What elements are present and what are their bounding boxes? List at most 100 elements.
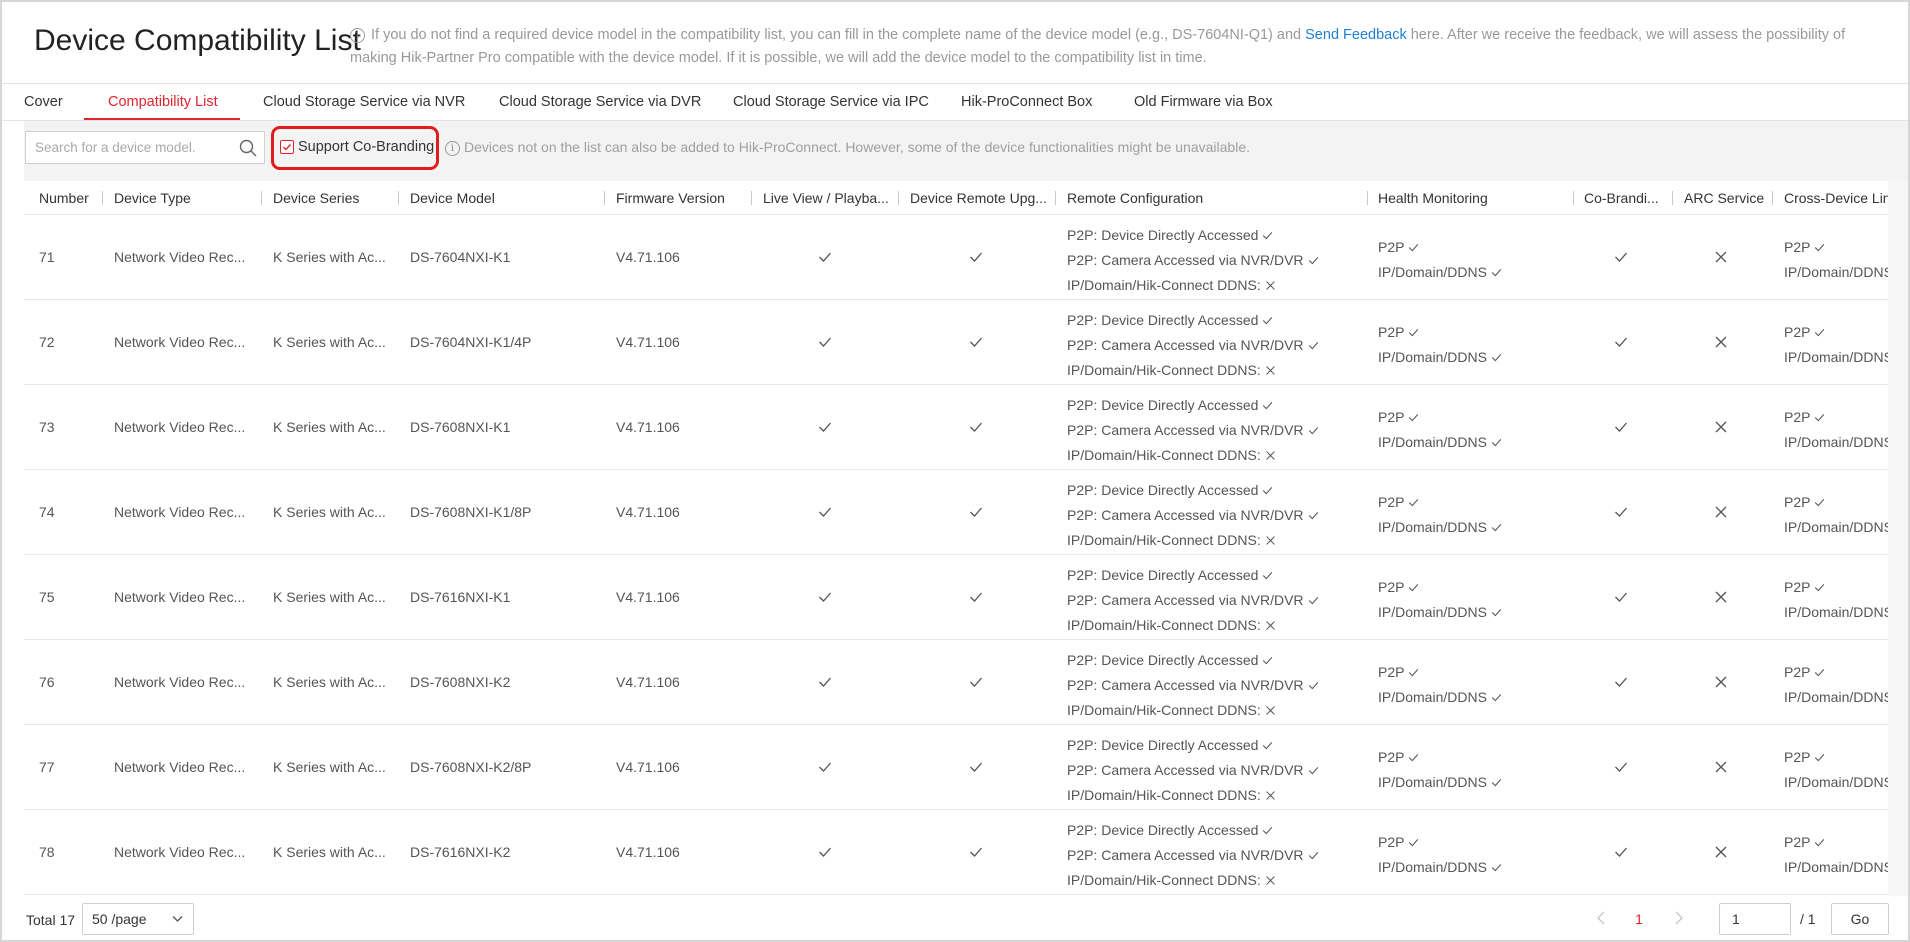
health-line: P2P [1378, 660, 1568, 685]
check-icon [819, 422, 831, 432]
table-row[interactable]: 78 Network Video Rec... K Series with Ac..… [24, 810, 1888, 895]
tab-hik-proconnect-box[interactable]: Hik-ProConnect Box [961, 84, 1092, 121]
table-row[interactable]: 75 Network Video Rec... K Series with Ac..… [24, 555, 1888, 640]
column-separator[interactable] [1055, 191, 1056, 205]
tab-compatibility-list[interactable]: Compatibility List [108, 84, 218, 121]
column-separator[interactable] [898, 191, 899, 205]
column-separator[interactable] [751, 191, 752, 205]
check-icon [1491, 609, 1502, 617]
check-icon-wrap [1814, 236, 1825, 260]
total-count: Total 17 [26, 912, 76, 928]
check-icon [1263, 827, 1273, 835]
cell-number: 73 [39, 419, 55, 435]
check-icon [1308, 767, 1318, 775]
column-separator[interactable] [604, 191, 605, 205]
health-line-text: P2P [1378, 749, 1405, 765]
tab-cloud-storage-ipc[interactable]: Cloud Storage Service via IPC [733, 84, 929, 121]
cross-icon [1715, 251, 1727, 263]
check-mark-cell [1614, 335, 1628, 349]
check-mark-cell [818, 845, 832, 859]
cross-icon [1715, 421, 1727, 433]
column-header-remote-upgrade[interactable]: Device Remote Upg... [910, 181, 1046, 215]
check-icon-wrap [1308, 844, 1319, 868]
column-header-device-series[interactable]: Device Series [273, 181, 393, 215]
column-separator[interactable] [1672, 191, 1673, 205]
table-row[interactable]: 71 Network Video Rec... K Series with Ac..… [24, 215, 1888, 300]
check-mark-cell [1614, 760, 1628, 774]
tab-cover[interactable]: Cover [24, 84, 63, 121]
cross-device-line: IP/Domain/DDNS [1784, 430, 1888, 455]
health-line: P2P [1378, 235, 1568, 260]
cell-health-monitoring: P2P IP/Domain/DDNS [1378, 660, 1568, 710]
page-size-select[interactable]: 50 /page [82, 903, 194, 935]
check-icon [1263, 317, 1273, 325]
column-header-device-type[interactable]: Device Type [114, 181, 234, 215]
cross-icon [1715, 506, 1727, 518]
tab-old-firmware-via-box[interactable]: Old Firmware via Box [1134, 84, 1273, 121]
health-line-text: P2P [1378, 239, 1405, 255]
column-separator[interactable] [1573, 191, 1574, 205]
cross-icon [1715, 676, 1727, 688]
remote-config-line-text: P2P: Camera Accessed via NVR/DVR [1067, 252, 1304, 268]
cell-firmware-version: V4.71.106 [616, 759, 680, 775]
remote-config-line-text: P2P: Device Directly Accessed [1067, 482, 1259, 498]
column-separator[interactable] [1772, 191, 1773, 205]
check-icon-wrap [1814, 406, 1825, 430]
table-row[interactable]: 73 Network Video Rec... K Series with Ac..… [24, 385, 1888, 470]
column-header-number[interactable]: Number [39, 181, 99, 215]
go-button[interactable]: Go [1831, 903, 1889, 935]
page-total: / 1 [1800, 911, 1816, 927]
cell-health-monitoring: P2P IP/Domain/DDNS [1378, 235, 1568, 285]
column-header-live-view[interactable]: Live View / Playba... [763, 181, 897, 215]
column-separator[interactable] [102, 191, 103, 205]
cobranding-checkbox[interactable] [280, 140, 294, 154]
cross-device-line-text: IP/Domain/DDNS [1784, 349, 1888, 365]
check-icon [1615, 847, 1627, 857]
search-input[interactable] [26, 132, 234, 163]
health-line: IP/Domain/DDNS [1378, 770, 1568, 795]
column-header-health-monitoring[interactable]: Health Monitoring [1378, 181, 1558, 215]
check-icon [1491, 269, 1502, 277]
check-icon-wrap [1262, 224, 1273, 248]
tab-cloud-storage-nvr[interactable]: Cloud Storage Service via NVR [263, 84, 465, 121]
column-header-arc-service[interactable]: ARC Service [1684, 181, 1774, 215]
column-separator[interactable] [398, 191, 399, 205]
remote-config-line: P2P: Device Directly Accessed [1067, 648, 1363, 673]
cobranding-label[interactable]: Support Co-Branding [298, 139, 434, 155]
table-row[interactable]: 74 Network Video Rec... K Series with Ac..… [24, 470, 1888, 555]
column-header-device-model[interactable]: Device Model [410, 181, 590, 215]
cell-cross-device: P2P IP/Domain/DDNS [1784, 320, 1888, 370]
cell-firmware-version: V4.71.106 [616, 589, 680, 605]
column-separator[interactable] [1367, 191, 1368, 205]
health-line-text: P2P [1378, 664, 1405, 680]
current-page[interactable]: 1 [1634, 911, 1644, 927]
check-mark-cell [1614, 505, 1628, 519]
column-header-firmware-version[interactable]: Firmware Version [616, 181, 746, 215]
toolbar-note: i Devices not on the list can also be add… [445, 139, 1250, 156]
table-row[interactable]: 72 Network Video Rec... K Series with Ac..… [24, 300, 1888, 385]
column-separator[interactable] [261, 191, 262, 205]
tab-cloud-storage-dvr[interactable]: Cloud Storage Service via DVR [499, 84, 701, 121]
cell-device-series: K Series with Ac... [273, 759, 386, 775]
send-feedback-link[interactable]: Send Feedback [1305, 27, 1407, 43]
cell-remote-configuration: P2P: Device Directly Accessed P2P: Camera… [1067, 563, 1363, 638]
check-icon [970, 422, 982, 432]
check-icon [1615, 422, 1627, 432]
remote-config-line: P2P: Camera Accessed via NVR/DVR [1067, 843, 1363, 868]
chevron-left-icon[interactable] [1591, 908, 1611, 928]
remote-config-line: P2P: Device Directly Accessed [1067, 308, 1363, 333]
search-icon[interactable] [238, 138, 258, 158]
table-row[interactable]: 77 Network Video Rec... K Series with Ac..… [24, 725, 1888, 810]
check-icon [1615, 252, 1627, 262]
column-header-remote-configuration[interactable]: Remote Configuration [1067, 181, 1347, 215]
column-header-co-branding[interactable]: Co-Brandi... [1584, 181, 1660, 215]
chevron-right-icon[interactable] [1669, 908, 1689, 928]
cross-device-line-text: P2P [1784, 749, 1811, 765]
goto-page-input[interactable] [1719, 903, 1791, 935]
check-icon-wrap [1814, 491, 1825, 515]
column-header-cross-device[interactable]: Cross-Device Lin [1784, 181, 1888, 215]
check-icon [1815, 414, 1825, 422]
cell-number: 76 [39, 674, 55, 690]
table-row[interactable]: 76 Network Video Rec... K Series with Ac..… [24, 640, 1888, 725]
checkmark-icon [283, 144, 292, 151]
